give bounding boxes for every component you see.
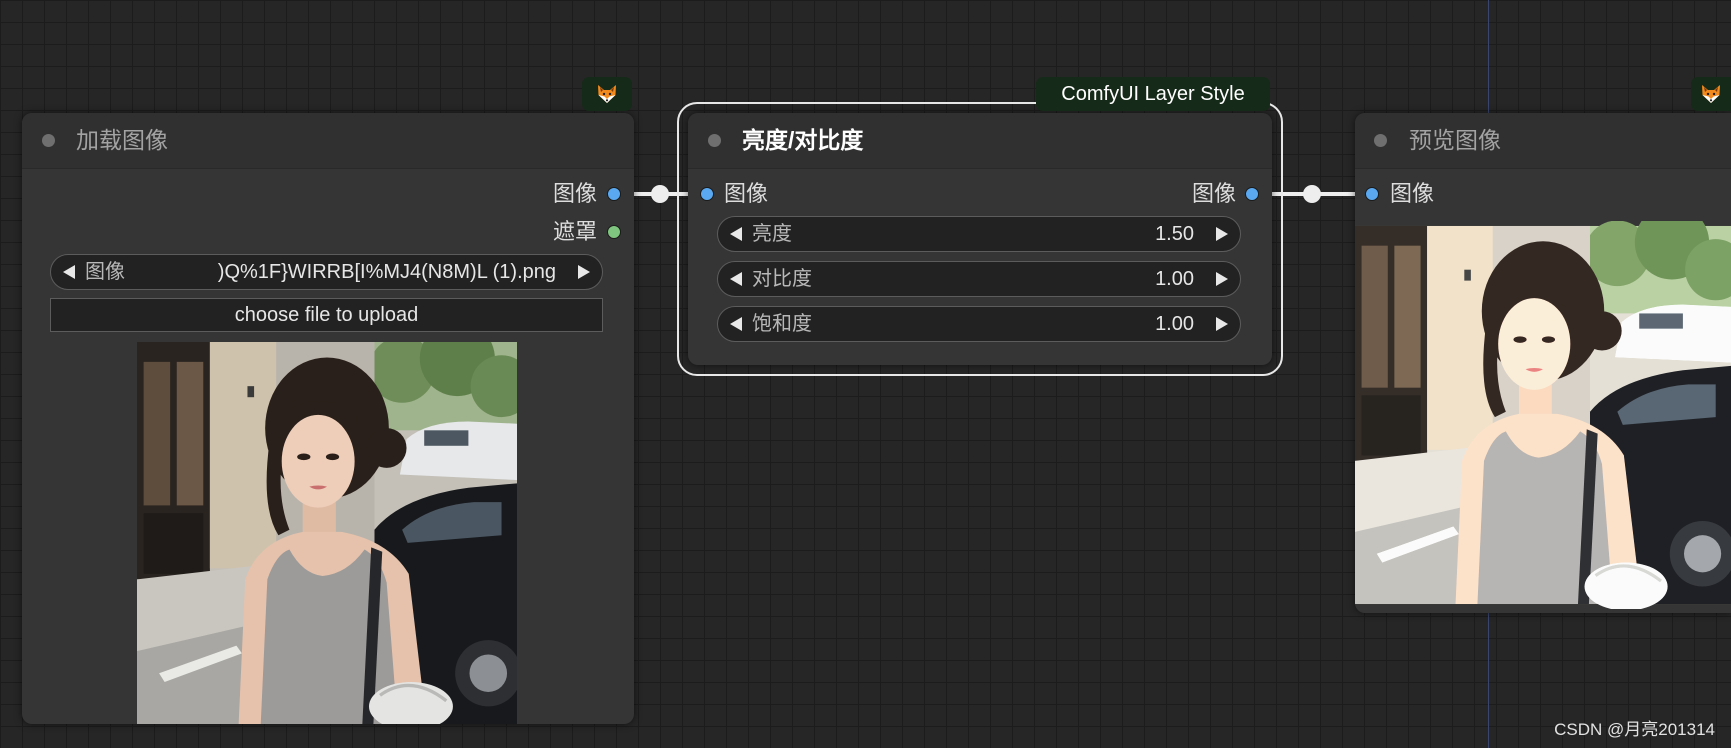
node-header[interactable]: 亮度/对比度 — [688, 113, 1272, 169]
preview-image-node[interactable]: 预览图像 图像 — [1355, 113, 1731, 613]
decrement-arrow-icon[interactable] — [61, 264, 77, 280]
node-status-dot-icon[interactable] — [42, 134, 55, 147]
input-slot-image[interactable] — [700, 187, 714, 201]
increment-arrow-icon[interactable] — [576, 264, 592, 280]
node-badge — [582, 77, 632, 111]
input-slot-image[interactable] — [1365, 187, 1379, 201]
node-canvas[interactable]: ComfyUI Layer Style 加载图像 图像 遮罩 图像 )Q%1F}… — [0, 0, 1731, 748]
watermark-text: CSDN @月亮201314 — [1554, 720, 1715, 739]
load-image-node[interactable]: 加载图像 图像 遮罩 图像 )Q%1F}WIRRB[I%MJ4(N8M)L (1… — [22, 113, 634, 724]
brightness-contrast-node[interactable]: 亮度/对比度 图像 图像 亮度 1.50 对比度 1.00 饱和度 1.00 — [688, 113, 1272, 365]
output-label-image: 图像 — [1191, 181, 1236, 206]
input-label-image: 图像 — [1390, 181, 1435, 206]
widget-value: 1.50 — [1155, 223, 1194, 245]
combo-label: 图像 — [85, 261, 125, 283]
node-header[interactable]: 加载图像 — [22, 113, 634, 169]
increment-arrow-icon[interactable] — [1214, 271, 1230, 287]
output-slot-mask[interactable] — [607, 225, 621, 239]
brightness-number-widget[interactable]: 亮度 1.50 — [717, 216, 1241, 252]
output-slot-image[interactable] — [1245, 187, 1259, 201]
link-midpoint-handle[interactable] — [1303, 185, 1321, 203]
input-label-image: 图像 — [724, 181, 769, 206]
contrast-number-widget[interactable]: 对比度 1.00 — [717, 261, 1241, 297]
decrement-arrow-icon[interactable] — [728, 271, 744, 287]
output-slot-image[interactable] — [607, 187, 621, 201]
increment-arrow-icon[interactable] — [1214, 316, 1230, 332]
upload-button[interactable]: choose file to upload — [50, 298, 603, 332]
increment-arrow-icon[interactable] — [1214, 226, 1230, 242]
output-label-image: 图像 — [552, 181, 597, 206]
node-status-dot-icon[interactable] — [1374, 134, 1387, 147]
photo-woman-street — [137, 342, 517, 724]
loaded-image-preview — [137, 342, 517, 724]
widget-label: 亮度 — [752, 223, 792, 245]
widget-value: 1.00 — [1155, 313, 1194, 335]
node-title: 亮度/对比度 — [742, 127, 864, 153]
image-file-combo[interactable]: 图像 )Q%1F}WIRRB[I%MJ4(N8M)L (1).png — [50, 254, 603, 290]
node-title: 加载图像 — [76, 127, 168, 153]
widget-label: 对比度 — [752, 268, 812, 290]
fox-icon — [1699, 82, 1723, 106]
node-header[interactable]: 预览图像 — [1355, 113, 1731, 169]
node-badge — [1691, 77, 1731, 111]
saturation-number-widget[interactable]: 饱和度 1.00 — [717, 306, 1241, 342]
decrement-arrow-icon[interactable] — [728, 316, 744, 332]
widget-label: 饱和度 — [752, 313, 812, 335]
group-title: ComfyUI Layer Style — [1061, 82, 1245, 105]
combo-value: )Q%1F}WIRRB[I%MJ4(N8M)L (1).png — [217, 261, 556, 283]
node-status-dot-icon[interactable] — [708, 134, 721, 147]
output-label-mask: 遮罩 — [552, 219, 597, 244]
fox-icon — [595, 82, 619, 106]
preview-output-image — [1355, 221, 1731, 609]
link-midpoint-handle[interactable] — [651, 185, 669, 203]
node-title: 预览图像 — [1409, 127, 1501, 153]
photo-woman-street — [1355, 221, 1731, 609]
group-title-badge[interactable]: ComfyUI Layer Style — [1036, 77, 1270, 111]
widget-value: 1.00 — [1155, 268, 1194, 290]
decrement-arrow-icon[interactable] — [728, 226, 744, 242]
